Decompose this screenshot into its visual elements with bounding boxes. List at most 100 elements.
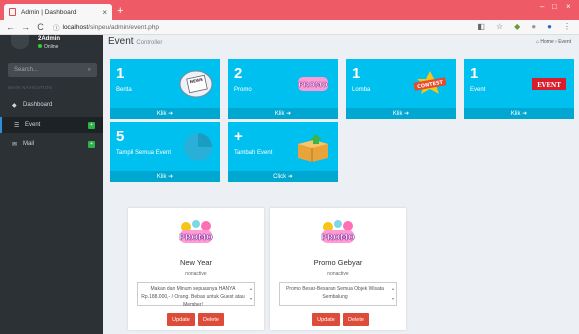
maximize-icon[interactable]: □ xyxy=(552,2,557,11)
breadcrumb-home[interactable]: Home xyxy=(540,39,553,45)
card-title: New Year xyxy=(179,258,213,267)
list-icon: ☰ xyxy=(14,122,20,129)
box-count: 2 xyxy=(234,65,243,82)
address-bar[interactable]: ⓘ localhost /sinpeu/admin/event.php xyxy=(53,22,159,33)
browser-tab[interactable]: Admin | Dashboard × xyxy=(4,4,112,20)
user-name: 2Admin xyxy=(38,36,61,42)
box-footer-link[interactable]: Click ➜ xyxy=(228,171,338,182)
event-card: PROMO Promo Gebyar nonactive Promo Besar… xyxy=(270,208,406,330)
update-button[interactable]: Update xyxy=(167,313,195,326)
url-host: localhost xyxy=(62,23,89,31)
search-input[interactable]: Search... ⌕ xyxy=(8,63,97,77)
sidebar-item-event[interactable]: ☰ Event + xyxy=(0,117,103,133)
menu-icon[interactable]: ⋮ xyxy=(563,22,571,31)
card-status: nonactive xyxy=(185,271,207,277)
box-count: 1 xyxy=(116,65,125,82)
info-box-all-events: 5 Tampil Semua Event Klik ➜ xyxy=(110,122,220,182)
box-footer-link[interactable]: Klik ➜ xyxy=(110,108,220,119)
extension-icon[interactable]: ● xyxy=(531,22,536,31)
card-status: nonactive xyxy=(327,271,349,277)
page-title: Event Controller xyxy=(108,36,162,47)
tab-title: Admin | Dashboard xyxy=(21,8,77,16)
sidebar xyxy=(0,35,103,334)
box-count: + xyxy=(234,128,243,145)
avatar xyxy=(11,35,29,49)
event-card: PROMO New Year nonactive Makan dan Minum… xyxy=(128,208,264,330)
new-tab-icon[interactable]: + xyxy=(117,5,123,17)
translate-icon[interactable]: ◧ xyxy=(477,22,485,31)
pie-chart-icon xyxy=(184,133,212,161)
delete-button[interactable]: Delete xyxy=(343,313,369,326)
info-box-add-event: + Tambah Event Click ➜ xyxy=(228,122,338,182)
minimize-icon[interactable]: – xyxy=(540,2,544,11)
promo-image-text: PROMO xyxy=(298,81,327,89)
box-label: Berita xyxy=(116,87,132,93)
scrollbar[interactable]: ▲ ▼ xyxy=(391,284,395,304)
card-title: Promo Gebyar xyxy=(313,258,363,267)
toolbar-icons: ◧ ☆ ◆ ● ● ⋮ xyxy=(477,22,571,31)
plus-badge: + xyxy=(88,140,95,148)
sidebar-item-dashboard[interactable]: ◆ Dashboard xyxy=(0,97,103,113)
box-footer-link[interactable]: Klik ➜ xyxy=(228,108,338,119)
box-footer-link[interactable]: Klik ➜ xyxy=(346,108,456,119)
card-description[interactable]: Promo Besar-Besaran Semua Objek Wisata S… xyxy=(279,282,397,306)
box-add-icon xyxy=(298,134,328,162)
mail-icon: ✉ xyxy=(12,141,18,148)
promo-logo-icon: PROMO xyxy=(179,220,213,243)
home-icon: ⌂ xyxy=(535,39,540,45)
event-image-text: EVENT xyxy=(537,82,561,89)
star-icon[interactable]: ☆ xyxy=(496,22,503,31)
box-footer-link[interactable]: Klik ➜ xyxy=(110,171,220,182)
contest-icon: CONTEST xyxy=(413,71,447,94)
page-title-text: Event xyxy=(108,36,134,47)
page-icon xyxy=(9,8,16,16)
info-box-promo: 2 Promo PROMO Klik ➜ xyxy=(228,59,338,119)
sidebar-item-label: Mail xyxy=(23,141,35,147)
box-label: Promo xyxy=(234,87,252,93)
url-path: /sinpeu/admin/event.php xyxy=(88,23,159,31)
delete-button[interactable]: Delete xyxy=(198,313,224,326)
page-subtitle: Controller xyxy=(136,40,163,46)
search-icon[interactable]: ⌕ xyxy=(88,67,91,74)
info-box-berita: 1 Berita NEWS Klik ➜ xyxy=(110,59,220,119)
box-label: Tampil Semua Event xyxy=(116,150,172,156)
info-box-lomba: 1 Lomba CONTEST Klik ➜ xyxy=(346,59,456,119)
update-button[interactable]: Update xyxy=(312,313,340,326)
info-icon: ⓘ xyxy=(53,25,60,32)
card-logo-text: PROMO xyxy=(321,233,355,242)
online-dot-icon xyxy=(38,44,42,48)
card-logo-text: PROMO xyxy=(179,233,213,242)
user-status-label: Online xyxy=(44,44,59,50)
dashboard-icon: ◆ xyxy=(12,102,17,109)
user-status: Online xyxy=(38,44,58,50)
event-icon: EVENT xyxy=(532,78,566,90)
card-description[interactable]: Makan dan Minum sepuasnya HANYA Rp.188.0… xyxy=(137,282,255,308)
promo-icon: PROMO xyxy=(298,77,328,91)
box-label: Lomba xyxy=(352,87,371,93)
info-box-event: 1 Event EVENT Klik ➜ xyxy=(464,59,574,119)
breadcrumb: ⌂ Home › Event xyxy=(536,39,571,45)
box-label: Event xyxy=(470,87,486,93)
box-count: 5 xyxy=(116,128,125,145)
card-description-text: Promo Besar-Besaran Semua Objek Wisata S… xyxy=(286,286,384,300)
breadcrumb-separator: › xyxy=(555,39,557,45)
box-count: 1 xyxy=(470,65,479,82)
scrollbar[interactable]: ▲ ▼ xyxy=(249,284,253,304)
card-description-text: Makan dan Minum sepuasnya HANYA Rp.188.0… xyxy=(141,286,245,308)
breadcrumb-current: Event xyxy=(558,39,571,45)
extension-icon[interactable]: ◆ xyxy=(514,22,520,31)
sidebar-item-mail[interactable]: ✉ Mail + xyxy=(0,136,103,152)
forward-icon[interactable]: → xyxy=(21,22,30,32)
back-icon[interactable]: ← xyxy=(6,22,15,32)
newspaper-icon: NEWS xyxy=(179,70,213,98)
profile-icon[interactable]: ● xyxy=(547,22,552,31)
tab-close-icon[interactable]: × xyxy=(102,8,107,17)
close-window-icon[interactable]: × xyxy=(566,2,571,11)
sidebar-item-label: Dashboard xyxy=(23,102,53,108)
box-count: 1 xyxy=(352,65,361,82)
nav-header: MAIN NAVIGATION xyxy=(8,85,53,90)
box-label: Tambah Event xyxy=(234,150,273,156)
reload-icon[interactable]: C xyxy=(36,22,45,32)
search-placeholder: Search... xyxy=(14,67,39,73)
box-footer-link[interactable]: Klik ➜ xyxy=(464,108,574,119)
